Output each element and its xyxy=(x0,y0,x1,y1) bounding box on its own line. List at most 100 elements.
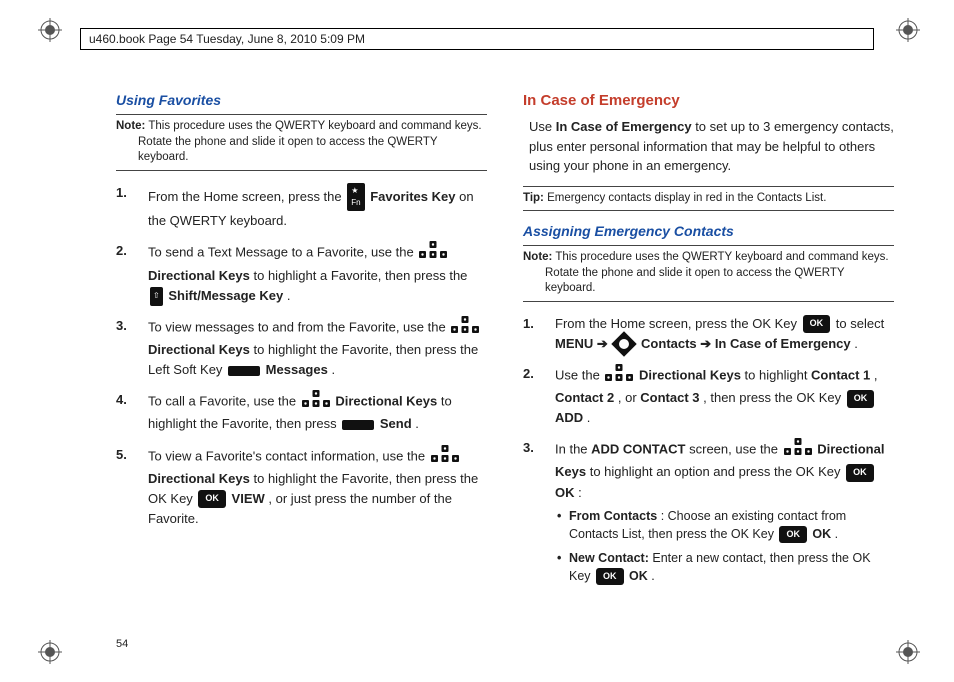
step-text: . xyxy=(854,336,858,351)
step-text: To call a Favorite, use the xyxy=(148,394,300,409)
left-steps: 1. From the Home screen, press the ★Fn F… xyxy=(116,183,487,530)
left-note-box: Note: This procedure uses the QWERTY key… xyxy=(116,114,487,171)
step-bold: MENU xyxy=(555,336,593,351)
ok-key-icon: OK xyxy=(779,526,807,543)
directional-keys-icon xyxy=(605,364,633,388)
bullet-text: . xyxy=(835,527,838,541)
left-heading: Using Favorites xyxy=(116,92,487,108)
ok-key-icon: OK xyxy=(198,490,226,508)
step-text: , xyxy=(874,367,878,382)
step-bold: ADD CONTACT xyxy=(591,442,685,457)
bullet-bold: New Contact: xyxy=(569,551,649,565)
step-bold: Contact 1 xyxy=(811,367,870,382)
step-5: 5. To view a Favorite's contact informat… xyxy=(148,445,487,530)
left-column: Using Favorites Note: This procedure use… xyxy=(116,92,487,622)
favorites-fn-key-icon: ★Fn xyxy=(347,183,364,212)
crop-mark-icon xyxy=(896,18,920,42)
step-num: 3. xyxy=(116,316,127,336)
note-text: This procedure uses the QWERTY keyboard … xyxy=(545,251,889,294)
step-bold: Shift/Message Key xyxy=(168,288,283,303)
step-text: , then press the OK Key xyxy=(703,390,845,405)
step-text: : xyxy=(578,485,582,500)
step-bold: Contact 3 xyxy=(640,390,699,405)
step-text: to highlight xyxy=(745,367,812,382)
step-bold: ADD xyxy=(555,410,583,425)
step-bold: Directional Keys xyxy=(335,394,437,409)
bullet-bold: OK xyxy=(629,569,648,583)
step-bold: Contacts xyxy=(641,336,697,351)
header-meta-text: u460.book Page 54 Tuesday, June 8, 2010 … xyxy=(89,32,365,46)
step-num: 3. xyxy=(523,438,534,458)
bullet-bold: From Contacts xyxy=(569,509,657,523)
step-text: To send a Text Message to a Favorite, us… xyxy=(148,245,417,260)
step-bold: Send xyxy=(380,416,412,431)
right-column: In Case of Emergency Use In Case of Emer… xyxy=(523,92,894,622)
step-bold: VIEW xyxy=(232,491,265,506)
bullet-bold: OK xyxy=(812,527,831,541)
note-text: This procedure uses the QWERTY keyboard … xyxy=(138,120,482,163)
crop-mark-icon xyxy=(896,640,920,664)
step-num: 1. xyxy=(116,183,127,203)
ok-key-icon: OK xyxy=(846,464,874,482)
tip-label: Tip: xyxy=(523,192,544,204)
sub-heading: Assigning Emergency Contacts xyxy=(523,223,894,239)
step-bold: Directional Keys xyxy=(148,268,250,283)
step-num: 2. xyxy=(116,241,127,261)
step-text: to select xyxy=(836,316,884,331)
step-bold: Contact 2 xyxy=(555,390,614,405)
crop-mark-icon xyxy=(38,18,62,42)
page-number: 54 xyxy=(116,638,128,650)
step-3: 3. To view messages to and from the Favo… xyxy=(148,316,487,380)
send-key-icon xyxy=(342,420,374,430)
step-text: . xyxy=(331,362,335,377)
step-num: 4. xyxy=(116,390,127,410)
step-text: , or xyxy=(618,390,640,405)
step-text: . xyxy=(287,288,291,303)
step-bold: Directional Keys xyxy=(639,367,741,382)
step-bold: OK xyxy=(555,485,575,500)
step-bold: Messages xyxy=(266,362,328,377)
bullet-list: From Contacts : Choose an existing conta… xyxy=(555,507,894,586)
intro-text: Use xyxy=(529,119,556,134)
step-text: screen, use the xyxy=(689,442,782,457)
step-2: 2. Use the Directional Keys to highlight… xyxy=(555,364,894,428)
directional-keys-icon xyxy=(451,316,479,340)
ok-key-icon: OK xyxy=(847,390,875,408)
step-1: 1. From the Home screen, press the OK Ke… xyxy=(555,314,894,354)
step-bold: Directional Keys xyxy=(148,342,250,357)
content-area: Using Favorites Note: This procedure use… xyxy=(116,92,894,622)
directional-keys-icon xyxy=(302,390,330,414)
right-steps: 1. From the Home screen, press the OK Ke… xyxy=(523,314,894,586)
arrow-icon: ➔ xyxy=(700,336,715,351)
step-text: To view messages to and from the Favorit… xyxy=(148,319,449,334)
step-text: In the xyxy=(555,442,591,457)
step-bold: Favorites Key xyxy=(370,188,455,203)
step-1: 1. From the Home screen, press the ★Fn F… xyxy=(148,183,487,232)
step-text: From the Home screen, press the OK Key xyxy=(555,316,801,331)
right-note-box: Note: This procedure uses the QWERTY key… xyxy=(523,245,894,302)
page-header-meta: u460.book Page 54 Tuesday, June 8, 2010 … xyxy=(80,28,874,50)
directional-keys-icon xyxy=(431,445,459,469)
step-text: to highlight an option and press the OK … xyxy=(590,464,844,479)
crop-mark-icon xyxy=(38,640,62,664)
note-label: Note: xyxy=(116,120,145,132)
intro-paragraph: Use In Case of Emergency to set up to 3 … xyxy=(523,117,894,176)
left-soft-key-icon xyxy=(228,366,260,376)
ok-key-icon: OK xyxy=(803,315,831,333)
step-num: 2. xyxy=(523,364,534,384)
tip-box: Tip: Emergency contacts display in red i… xyxy=(523,186,894,212)
step-4: 4. To call a Favorite, use the Direction… xyxy=(148,390,487,434)
step-bold: In Case of Emergency xyxy=(715,336,851,351)
contacts-app-icon xyxy=(612,332,637,357)
bullet-item: From Contacts : Choose an existing conta… xyxy=(569,507,894,543)
arrow-icon: ➔ xyxy=(597,336,612,351)
shift-key-icon: ⇧ xyxy=(150,287,163,305)
step-text: . xyxy=(415,416,419,431)
ok-key-icon: OK xyxy=(596,568,624,585)
step-text: From the Home screen, press the xyxy=(148,188,345,203)
bullet-item: New Contact: Enter a new contact, then p… xyxy=(569,549,894,585)
directional-keys-icon xyxy=(419,241,447,265)
step-2: 2. To send a Text Message to a Favorite,… xyxy=(148,241,487,305)
step-3: 3. In the ADD CONTACT screen, use the Di… xyxy=(555,438,894,585)
step-num: 1. xyxy=(523,314,534,334)
